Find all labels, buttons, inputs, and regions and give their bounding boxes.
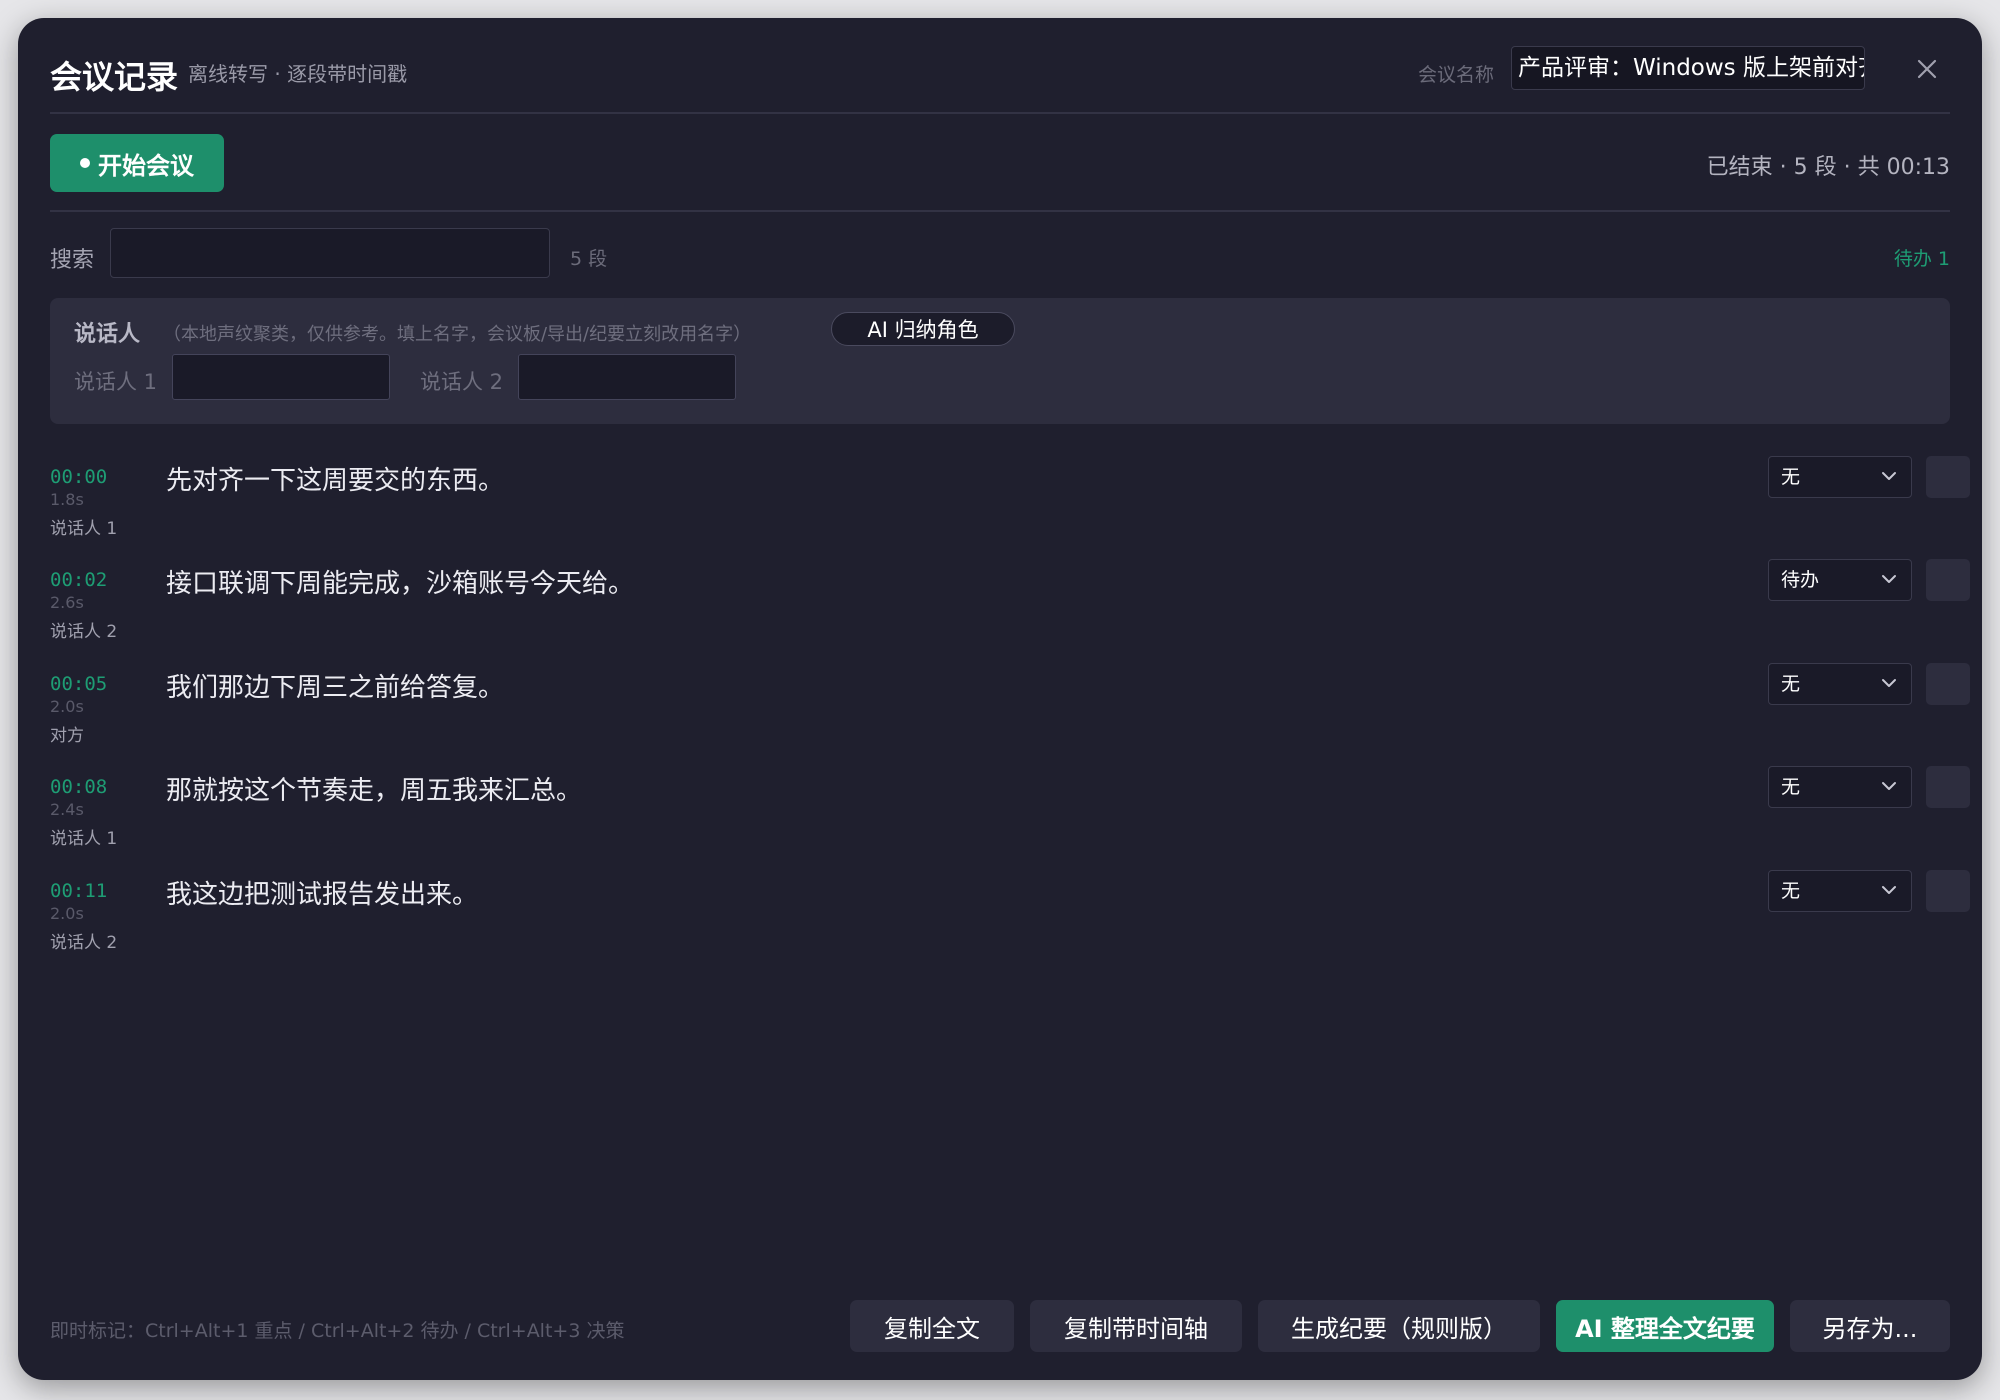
segment-speaker: 说话人 2 <box>50 622 118 642</box>
shortcut-hint: 即时标记：Ctrl+Alt+1 重点 / Ctrl+Alt+2 待办 / Ctr… <box>50 1320 625 1342</box>
segment-tag-value: 待办 <box>1781 569 1820 591</box>
chevron-down-icon <box>1882 472 1896 480</box>
segment-tag-value: 无 <box>1781 776 1801 798</box>
copy-all-button[interactable]: 复制全文 <box>850 1300 1014 1352</box>
segment-count: 5 段 <box>570 248 608 270</box>
segment-duration: 2.6s <box>50 593 84 612</box>
segment-tag-select[interactable]: 无 <box>1768 663 1912 705</box>
segment-timestamp[interactable]: 00:00 <box>50 466 107 488</box>
segment-tag-value: 无 <box>1781 880 1801 902</box>
search-input[interactable] <box>110 228 550 278</box>
segment-tag-select[interactable]: 无 <box>1768 456 1912 498</box>
search-label: 搜索 <box>50 248 95 273</box>
speaker-2-name-input[interactable] <box>518 354 736 400</box>
meeting-record-window: 会议记录 离线转写 · 逐段带时间戳 会议名称 产品评审：Windows 版上架… <box>18 18 1982 1380</box>
segment-text: 先对齐一下这周要交的东西。 <box>166 466 505 496</box>
close-icon[interactable] <box>1912 54 1942 84</box>
chevron-down-icon <box>1882 886 1896 894</box>
speaker-panel-title: 说话人 <box>74 322 141 347</box>
segment-tag-select[interactable]: 无 <box>1768 766 1912 808</box>
segment-tag-value: 无 <box>1781 673 1801 695</box>
segment-action-button[interactable] <box>1926 456 1970 498</box>
segment-action-button[interactable] <box>1926 766 1970 808</box>
window-subtitle: 离线转写 · 逐段带时间戳 <box>188 62 408 86</box>
start-meeting-label: 开始会议 <box>98 151 194 180</box>
transcript-row: 00:02 2.6s 说话人 2 接口联调下周能完成，沙箱账号今天给。 待办 <box>50 559 1970 669</box>
meeting-status: 已结束 · 5 段 · 共 00:13 <box>1706 155 1950 180</box>
ai-full-summary-button[interactable]: AI 整理全文纪要 <box>1556 1300 1774 1352</box>
segment-text: 我们那边下周三之前给答复。 <box>166 673 505 703</box>
speaker-1-label: 说话人 1 <box>74 370 158 394</box>
segment-speaker: 说话人 2 <box>50 933 118 953</box>
speaker-panel: 说话人 （本地声纹聚类，仅供参考。填上名字，会议板/导出/纪要立刻改用名字） A… <box>50 298 1950 424</box>
segment-tag-select[interactable]: 待办 <box>1768 559 1912 601</box>
todo-count-link[interactable]: 待办 1 <box>1894 244 1950 271</box>
record-dot-icon <box>80 158 90 168</box>
segment-text: 我这边把测试报告发出来。 <box>166 880 479 910</box>
segment-speaker: 对方 <box>50 726 84 746</box>
speaker-1-name-input[interactable] <box>172 354 390 400</box>
window-title: 会议记录 <box>50 58 179 96</box>
segment-duration: 2.0s <box>50 697 84 716</box>
start-meeting-button[interactable]: 开始会议 <box>50 134 224 192</box>
meeting-name-label: 会议名称 <box>1418 64 1495 86</box>
segment-tag-value: 无 <box>1781 466 1801 488</box>
toolbar-divider <box>50 210 1950 212</box>
segment-timestamp[interactable]: 00:11 <box>50 880 107 902</box>
transcript-row: 00:11 2.0s 说话人 2 我这边把测试报告发出来。 无 <box>50 870 1970 980</box>
segment-tag-select[interactable]: 无 <box>1768 870 1912 912</box>
copy-with-timeline-button[interactable]: 复制带时间轴 <box>1030 1300 1242 1352</box>
chevron-down-icon <box>1882 575 1896 583</box>
save-as-button[interactable]: 另存为... <box>1790 1300 1950 1352</box>
chevron-down-icon <box>1882 782 1896 790</box>
segment-text: 那就按这个节奏走，周五我来汇总。 <box>166 776 583 806</box>
segment-speaker: 说话人 1 <box>50 519 118 539</box>
segment-speaker: 说话人 1 <box>50 829 118 849</box>
segment-timestamp[interactable]: 00:08 <box>50 776 107 798</box>
chevron-down-icon <box>1882 679 1896 687</box>
generate-summary-button[interactable]: 生成纪要（规则版） <box>1258 1300 1540 1352</box>
segment-action-button[interactable] <box>1926 870 1970 912</box>
segment-text: 接口联调下周能完成，沙箱账号今天给。 <box>166 569 635 599</box>
meeting-name-input[interactable]: 产品评审：Windows 版上架前对齐 <box>1511 46 1865 90</box>
header-divider <box>50 112 1950 114</box>
ai-summarize-roles-button[interactable]: AI 归纳角色 <box>831 312 1015 346</box>
transcript-row: 00:00 1.8s 说话人 1 先对齐一下这周要交的东西。 无 <box>50 456 1970 566</box>
segment-action-button[interactable] <box>1926 663 1970 705</box>
segment-duration: 2.0s <box>50 904 84 923</box>
transcript-row: 00:08 2.4s 说话人 1 那就按这个节奏走，周五我来汇总。 无 <box>50 766 1970 876</box>
segment-timestamp[interactable]: 00:05 <box>50 673 107 695</box>
segment-duration: 1.8s <box>50 490 84 509</box>
segment-duration: 2.4s <box>50 800 84 819</box>
speaker-2-label: 说话人 2 <box>420 370 504 394</box>
transcript-row: 00:05 2.0s 对方 我们那边下周三之前给答复。 无 <box>50 663 1970 773</box>
segment-timestamp[interactable]: 00:02 <box>50 569 107 591</box>
segment-action-button[interactable] <box>1926 559 1970 601</box>
speaker-panel-note: （本地声纹聚类，仅供参考。填上名字，会议板/导出/纪要立刻改用名字） <box>163 324 752 345</box>
